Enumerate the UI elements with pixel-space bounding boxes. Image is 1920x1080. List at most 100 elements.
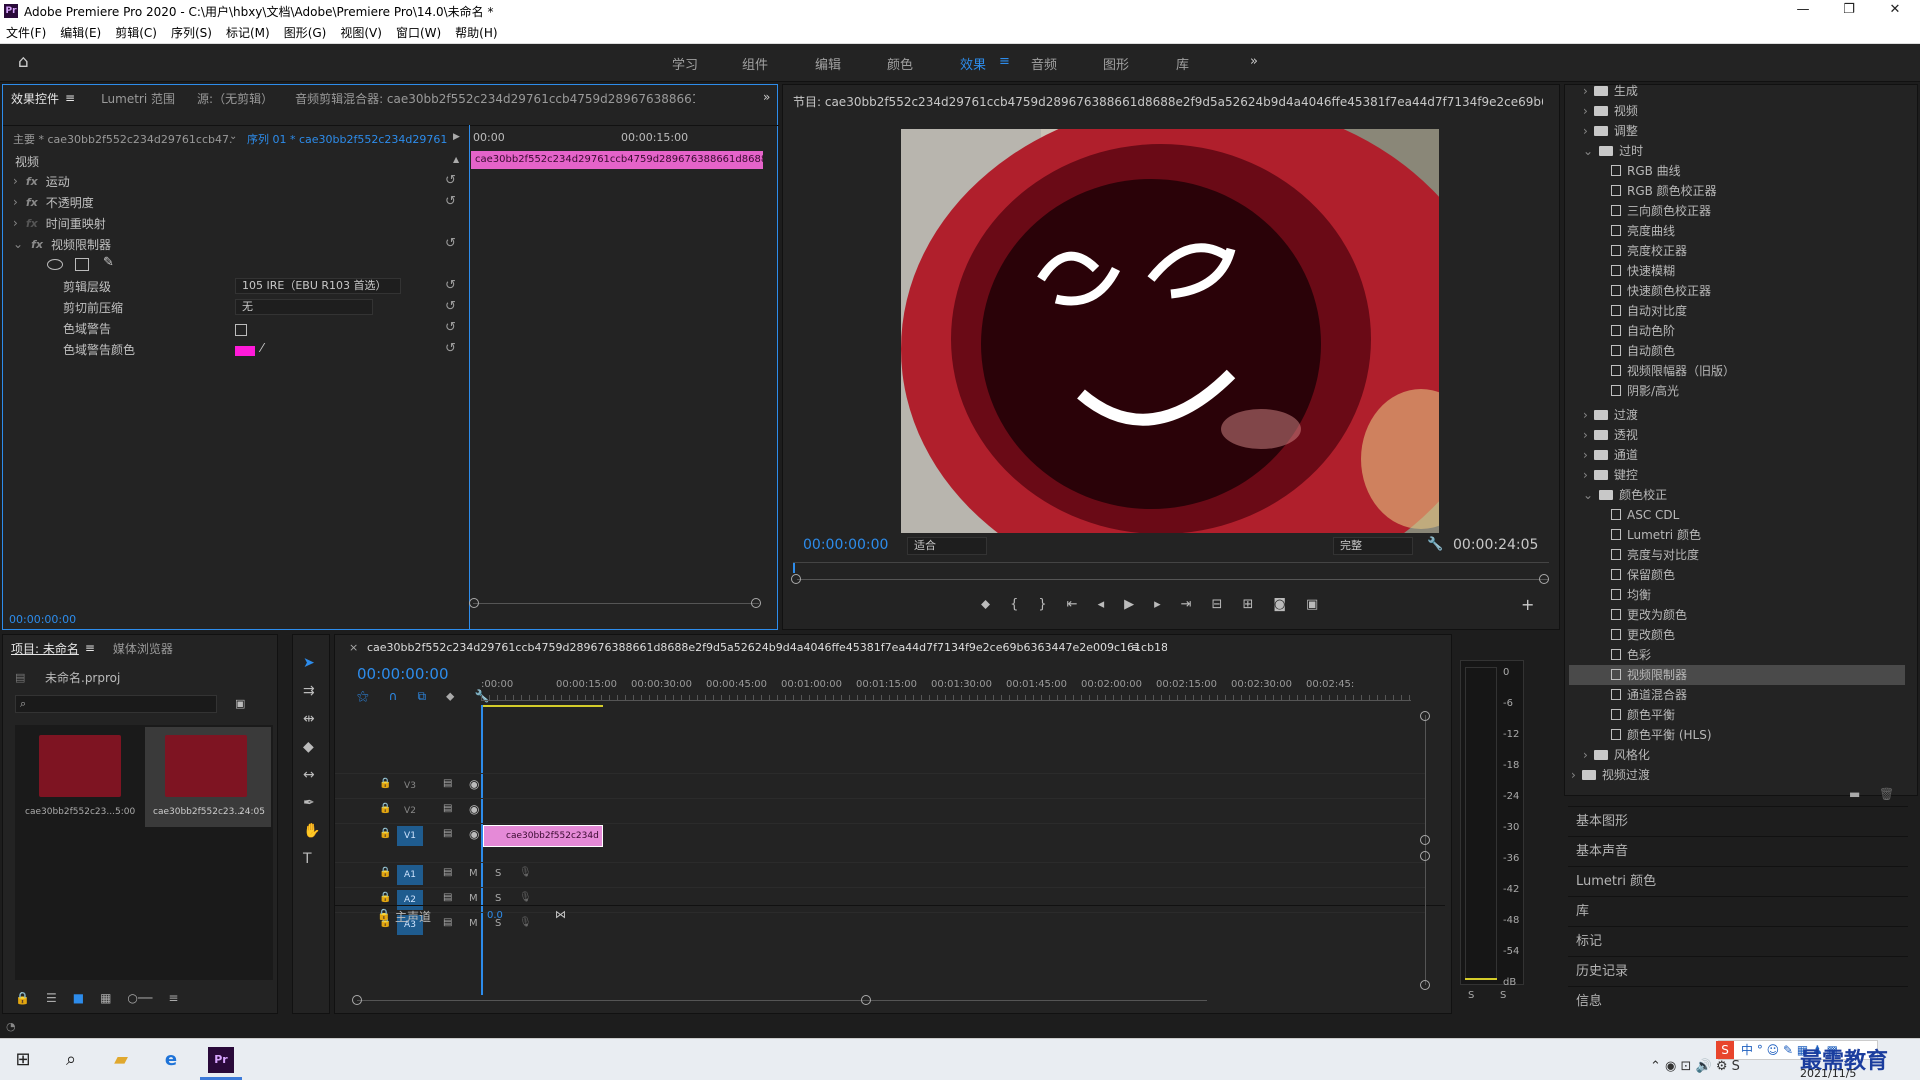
rectangle-mask-icon[interactable] (75, 258, 89, 271)
track-target-label[interactable]: A2 (397, 890, 423, 910)
solo-button[interactable]: S (495, 868, 501, 879)
workspace-tab-assembly[interactable]: 组件 (742, 54, 768, 73)
tree-folder-generate[interactable]: › 生成 (1583, 81, 1638, 101)
tree-folder-obsolete[interactable]: ⌄ 过时 (1583, 141, 1643, 161)
lift-icon[interactable]: ⊟ (1212, 597, 1223, 612)
ec-timecode[interactable]: 00:00:00:00 (9, 613, 76, 626)
effect-item[interactable]: 亮度与对比度 (1611, 545, 1699, 565)
home-icon[interactable]: ⌂ (18, 52, 29, 72)
timeline-v-scrollbar[interactable] (1425, 715, 1426, 985)
razor-tool-icon[interactable]: ◆ (303, 739, 320, 755)
fit-dropdown[interactable]: 适合 (907, 537, 987, 555)
track-lock-icon[interactable]: 🔒 (379, 867, 391, 878)
solo-button[interactable]: S (495, 893, 501, 904)
fx-icon[interactable]: fx (31, 238, 43, 251)
reset-icon[interactable]: ↺ (445, 341, 456, 356)
clip-level-dropdown[interactable]: 105 IRE（EBU R103 首选） (235, 278, 401, 294)
file-explorer-icon[interactable]: ▰ (108, 1047, 134, 1073)
menu-view[interactable]: 视图(V) (340, 24, 382, 41)
wrench-icon[interactable]: 🔧 (1427, 537, 1443, 552)
timeline-clip-v1[interactable]: cae30bb2f552c234d (483, 825, 603, 847)
ec-zoom-scrollbar[interactable] (473, 603, 759, 604)
close-button[interactable]: ✕ (1872, 0, 1918, 22)
program-title[interactable]: 节目: cae30bb2f552c234d29761ccb4759d289676… (793, 93, 1543, 110)
sequence-tab[interactable]: cae30bb2f552c234d29761ccb4759d2896763886… (367, 641, 1167, 654)
track-target-label[interactable]: V3 (397, 776, 423, 796)
sync-lock-icon[interactable]: ▤ (443, 778, 452, 789)
master-track-lock-icon[interactable]: 🔒 (377, 908, 391, 921)
go-to-in-icon[interactable]: ⇤ (1067, 597, 1078, 612)
effect-item[interactable]: RGB 颜色校正器 (1611, 181, 1717, 201)
step-back-icon[interactable]: ◂ (1098, 597, 1105, 612)
step-forward-icon[interactable]: ▸ (1154, 597, 1161, 612)
effect-opacity[interactable]: › fx 不透明度 (13, 192, 94, 212)
effect-item[interactable]: 亮度曲线 (1611, 221, 1675, 241)
gamut-color-swatch[interactable] (235, 346, 255, 356)
mark-out-icon[interactable]: } (1038, 597, 1046, 612)
effect-motion[interactable]: › fx 运动 (13, 171, 70, 191)
sequence-clip-label[interactable]: 序列 01 * cae30bb2f552c234d29761ccb4759d2.… (247, 129, 447, 149)
comparison-view-icon[interactable]: ▣ (1306, 597, 1318, 612)
work-area-bar[interactable] (483, 705, 603, 707)
effect-item[interactable]: 视频限制器 (1569, 665, 1905, 685)
track-lock-icon[interactable]: 🔒 (379, 892, 391, 903)
menu-window[interactable]: 窗口(W) (396, 24, 441, 41)
program-playhead[interactable] (793, 563, 795, 573)
mic-icon[interactable]: 🎙 (519, 917, 532, 928)
accordion-history[interactable]: 历史记录 (1568, 956, 1908, 985)
add-marker-icon[interactable]: ⬥ (446, 689, 454, 704)
export-frame-icon[interactable]: ◙ (1273, 597, 1286, 612)
reset-icon[interactable]: ↺ (445, 173, 456, 188)
effect-item[interactable]: 保留颜色 (1611, 565, 1675, 585)
icon-view-icon[interactable]: ■ (73, 991, 84, 1005)
effect-item[interactable]: 颜色平衡 (HLS) (1611, 725, 1712, 745)
effect-item[interactable]: Lumetri 颜色 (1611, 525, 1701, 545)
zoom-slider[interactable]: ○── (127, 991, 152, 1005)
fx-icon[interactable]: fx (26, 175, 38, 188)
slip-tool-icon[interactable]: ↔ (303, 767, 320, 783)
effect-item[interactable]: 三向颜色校正器 (1611, 201, 1711, 221)
mute-button[interactable]: M (469, 918, 478, 929)
sync-lock-icon[interactable]: ▤ (443, 803, 452, 814)
play-only-clip-icon[interactable]: ▶ (453, 132, 460, 142)
accordion-lumetri-color[interactable]: Lumetri 颜色 (1568, 866, 1908, 895)
type-tool-icon[interactable]: T (303, 851, 320, 867)
workspace-tab-editing[interactable]: 编辑 (815, 54, 841, 73)
snap-icon[interactable]: ∩ (389, 689, 398, 704)
bin-folder-icon[interactable]: ▣ (235, 697, 245, 710)
effect-item[interactable]: 视频限幅器（旧版） (1611, 361, 1735, 381)
sort-icon[interactable]: ≡ (168, 991, 178, 1005)
solo-right-button[interactable]: S (1500, 990, 1506, 1001)
reset-icon[interactable]: ↺ (445, 299, 456, 314)
close-tab-icon[interactable]: × (349, 641, 358, 654)
add-marker-icon[interactable]: ⬥ (981, 597, 990, 612)
effect-item[interactable]: 自动对比度 (1611, 301, 1687, 321)
master-end-icon[interactable]: ⋈ (555, 908, 566, 921)
tab-audio-clip-mixer[interactable]: 音频剪辑混合器: cae30bb2f552c234d29761ccb4759d2… (295, 90, 695, 107)
workspace-tab-graphics[interactable]: 图形 (1103, 54, 1129, 73)
ec-clip-bar[interactable]: cae30bb2f552c234d29761ccb4759d2896763886… (471, 151, 763, 169)
reset-icon[interactable]: ↺ (445, 320, 456, 335)
panel-menu-icon[interactable]: ≡ (85, 641, 95, 655)
clip-thumbnail-1[interactable] (39, 735, 121, 797)
eyedropper-icon[interactable]: ⁄ (261, 341, 263, 355)
reset-icon[interactable]: ↺ (445, 278, 456, 293)
effect-item[interactable]: 快速颜色校正器 (1611, 281, 1711, 301)
effect-item[interactable]: 快速模糊 (1611, 261, 1675, 281)
chevron-down-icon[interactable]: ⌄ (229, 131, 237, 142)
ellipse-mask-icon[interactable] (47, 259, 63, 270)
maximize-button[interactable]: ❐ (1826, 0, 1872, 22)
panel-menu-icon[interactable]: ≡ (1131, 641, 1140, 654)
accordion-libraries[interactable]: 库 (1568, 896, 1908, 925)
minimize-button[interactable]: — (1780, 0, 1826, 22)
accordion-essential-graphics[interactable]: 基本图形 (1568, 806, 1908, 835)
effect-item[interactable]: 颜色平衡 (1611, 705, 1675, 725)
mic-icon[interactable]: 🎙 (519, 867, 532, 878)
timeline-timecode[interactable]: 00:00:00:00 (357, 665, 449, 683)
workspace-tab-libraries[interactable]: 库 (1176, 54, 1189, 73)
track-lock-icon[interactable]: 🔒 (379, 828, 391, 839)
premiere-taskbar-icon[interactable]: Pr (208, 1047, 234, 1073)
tree-folder[interactable]: › 过渡 (1583, 405, 1638, 425)
linked-selection-icon[interactable]: ⧉ (417, 689, 426, 704)
freeform-view-icon[interactable]: ▦ (100, 991, 111, 1005)
